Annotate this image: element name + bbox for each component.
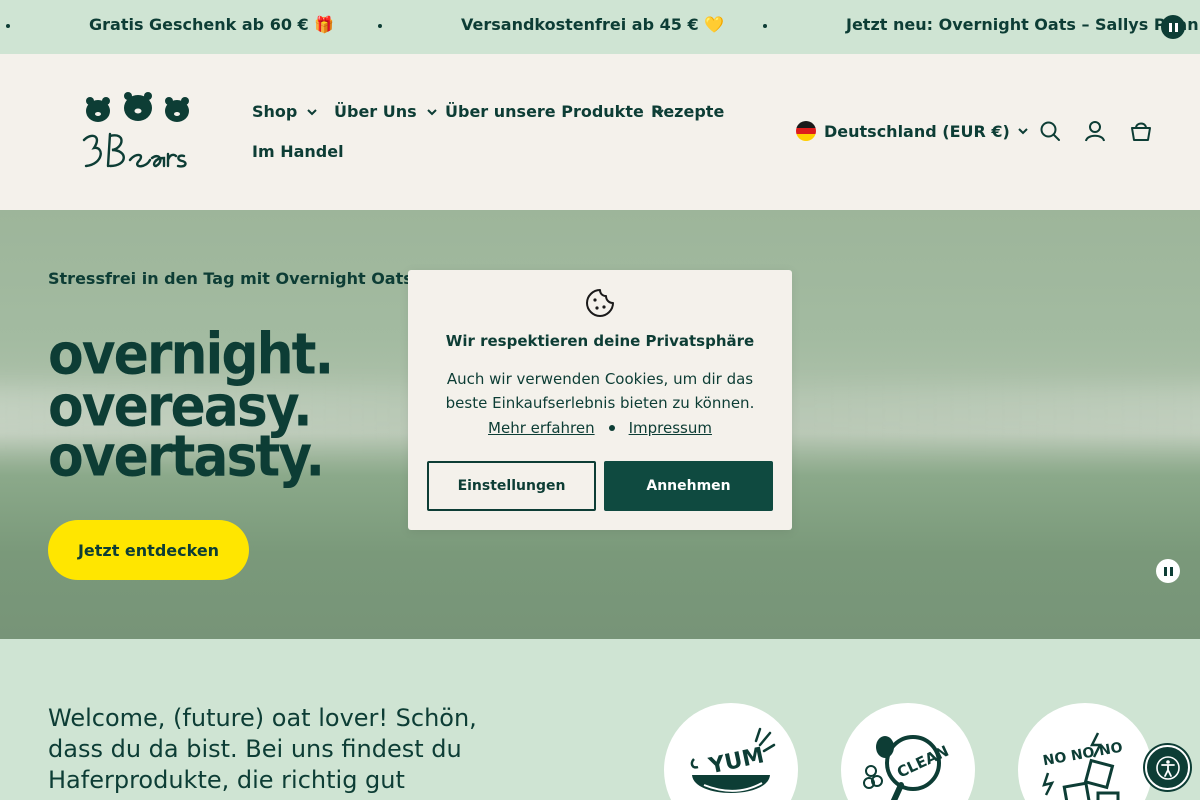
announcement-message[interactable]: Jetzt neu: Overnight Oats – Sallys Pean — [846, 15, 1199, 34]
separator-dot — [763, 24, 767, 28]
cookie-links: Mehr erfahren Impressum — [408, 419, 792, 437]
nav-products[interactable]: Über unsere Produkte — [445, 102, 664, 121]
clean-magnifier-icon: CLEAN — [863, 735, 952, 800]
nav-recipes[interactable]: Rezepte — [651, 102, 724, 121]
badge-text: YUM — [706, 743, 767, 779]
cookie-consent-dialog: Wir respektieren deine Privatsphäre Auch… — [408, 270, 792, 530]
chevron-down-icon — [307, 108, 318, 115]
nav-shop[interactable]: Shop — [252, 102, 318, 121]
site-header: Shop Über Uns Über unsere Produkte Rezep… — [0, 54, 1200, 210]
nav-label: Über Uns — [334, 102, 417, 121]
hero-pause-button[interactable] — [1156, 559, 1180, 583]
imprint-link[interactable]: Impressum — [629, 419, 712, 437]
nav-label: Im Handel — [252, 142, 344, 161]
chevron-down-icon — [1018, 128, 1028, 135]
announcement-pause-button[interactable] — [1161, 15, 1185, 39]
nav-label: Rezepte — [651, 102, 725, 121]
germany-flag-icon — [796, 121, 816, 141]
account-icon[interactable] — [1084, 120, 1106, 142]
learn-more-link[interactable]: Mehr erfahren — [488, 419, 595, 437]
cookie-text: Auch wir verwenden Cookies, um dir das b… — [445, 370, 755, 412]
cart-icon[interactable] — [1130, 120, 1152, 142]
country-label: Deutschland (EUR €) — [824, 121, 1010, 141]
hero-heading-line: overtasty. — [48, 424, 325, 490]
country-selector[interactable]: Deutschland (EUR €) — [796, 121, 1028, 141]
cookie-title: Wir respektieren deine Privatsphäre — [445, 332, 755, 350]
nav-label: Shop — [252, 102, 298, 121]
accessibility-button[interactable] — [1145, 745, 1190, 790]
nav-about[interactable]: Über Uns — [334, 102, 437, 121]
announcement-message[interactable]: Versandkostenfrei ab 45 € 💛 — [461, 15, 724, 34]
announcement-message[interactable]: Gratis Geschenk ab 60 € 🎁 — [89, 15, 334, 34]
yum-bowl-icon: YUM — [690, 727, 776, 793]
yum-badge: YUM — [664, 703, 798, 800]
logo[interactable] — [80, 92, 192, 174]
separator-dot — [608, 425, 615, 431]
sugar-cubes-icon: NO NO NO — [1042, 732, 1124, 800]
welcome-section: Welcome, (future) oat lover! Schön, dass… — [0, 639, 1200, 800]
welcome-text: Welcome, (future) oat lover! Schön, dass… — [48, 704, 477, 794]
chevron-down-icon — [426, 108, 437, 115]
hero-subtitle: Stressfrei in den Tag mit Overnight Oats… — [48, 269, 419, 288]
discover-button[interactable]: Jetzt entdecken — [48, 520, 249, 580]
nav-retail[interactable]: Im Handel — [252, 142, 344, 161]
announcement-bar: Gratis Geschenk ab 60 € 🎁 Versandkostenf… — [0, 0, 1200, 54]
cookie-accept-button[interactable]: Annehmen — [604, 461, 773, 511]
nav-label: Über unsere Produkte — [445, 102, 644, 121]
cookie-icon — [586, 289, 614, 317]
accessibility-icon — [1155, 755, 1180, 780]
badge-text: CLEAN — [894, 742, 951, 782]
no-sugar-badge: NO NO NO — [1018, 703, 1152, 800]
clean-badge: CLEAN — [841, 703, 975, 800]
cookie-settings-button[interactable]: Einstellungen — [427, 461, 596, 511]
separator-dot — [378, 24, 382, 28]
pause-icon — [1168, 22, 1172, 32]
search-icon[interactable] — [1039, 120, 1061, 142]
pause-icon — [1163, 566, 1167, 576]
separator-dot — [6, 24, 10, 28]
bears-logo-icon — [82, 92, 189, 168]
